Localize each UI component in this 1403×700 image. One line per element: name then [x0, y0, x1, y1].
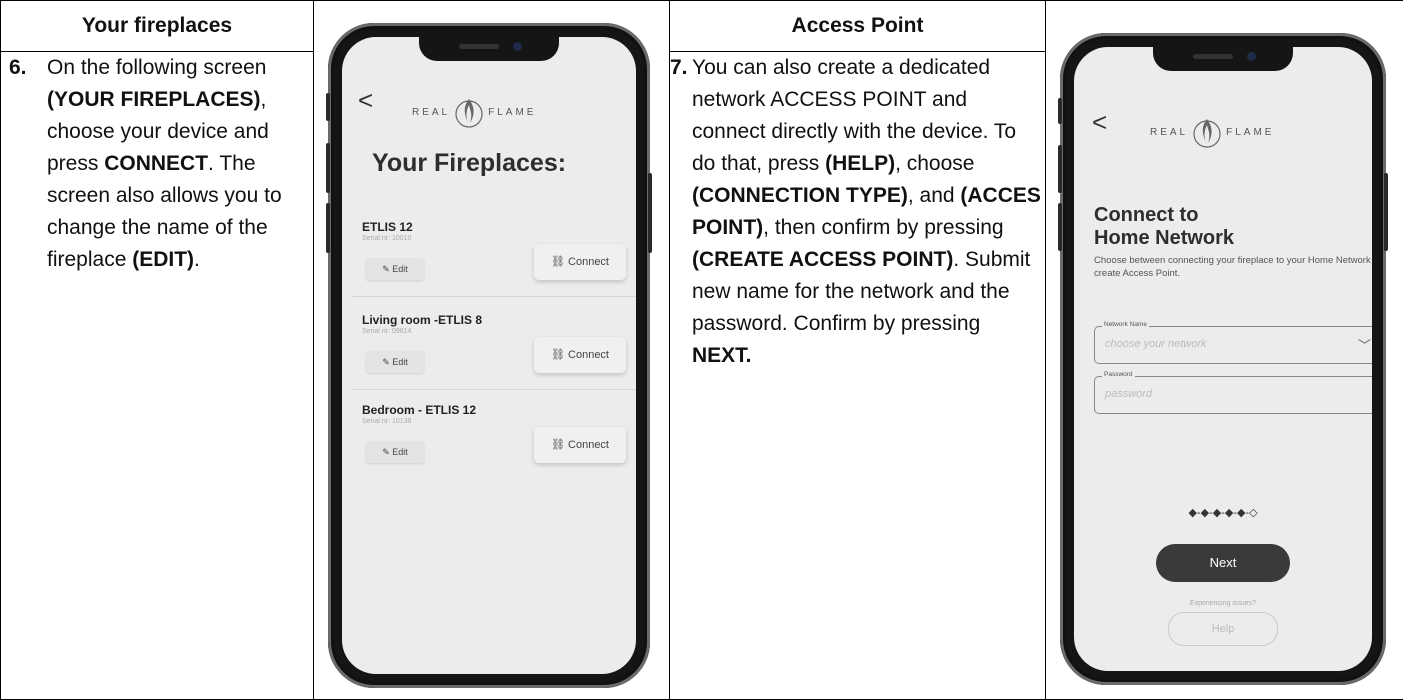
pencil-icon: ✎ [382, 264, 390, 274]
phone-screen: < REAL FLAME Connect to Home Network Cho… [1074, 47, 1372, 671]
phone-cell-1: < REAL FLAME Your Fireplaces: ETLIS 12 S… [313, 0, 670, 700]
back-icon[interactable]: < [358, 85, 373, 116]
real-flame-logo: REAL FLAME [412, 95, 536, 129]
phone-frame: < REAL FLAME Connect to Home Network Cho… [1058, 33, 1388, 685]
description: Choose between connecting your fireplace… [1094, 255, 1372, 279]
step-7-cell: 7. You can also create a dedicated netwo… [669, 51, 1046, 700]
pencil-icon: ✎ [382, 447, 390, 457]
page-title: Connect to Home Network [1094, 204, 1235, 249]
text-segment: , then confirm by pressing [763, 216, 1004, 239]
step-6-text: On the following screen (YOUR FIREPLACES… [47, 52, 313, 276]
link-icon: ⛓ [550, 256, 565, 268]
device-item: Bedroom - ETLIS 12 Serial nr: 10138 ✎ Ed… [362, 403, 630, 463]
step-number: 6. [9, 56, 27, 79]
device-serial: Serial nr: 10138 [362, 418, 412, 425]
header-your-fireplaces: Your fireplaces [0, 0, 314, 52]
connect-button[interactable]: ⛓ Connect [534, 427, 626, 463]
connect-button[interactable]: ⛓ Connect [534, 337, 626, 373]
text-segment: (HELP) [825, 152, 896, 175]
text-segment: (CREATE ACCESS POINT) [692, 248, 954, 271]
text-segment: CONNECT [104, 152, 209, 175]
back-icon[interactable]: < [1092, 107, 1107, 138]
flame-logo-icon [455, 99, 483, 128]
text-segment: (YOUR FIREPLACES) [47, 88, 261, 111]
phone-frame: < REAL FLAME Your Fireplaces: ETLIS 12 S… [326, 23, 652, 688]
text-segment: NEXT. [692, 344, 752, 367]
network-name-label: Network Name [1102, 321, 1149, 328]
link-icon: ⛓ [550, 439, 565, 451]
device-serial: Serial nr: 09614 [362, 328, 412, 335]
device-name: Bedroom - ETLIS 12 [362, 403, 477, 417]
device-name: ETLIS 12 [362, 220, 413, 234]
network-name-select[interactable]: Network Name choose your network ﹀ [1094, 321, 1372, 364]
network-name-placeholder: choose your network [1105, 338, 1207, 350]
connect-button[interactable]: ⛓ Connect [534, 244, 626, 280]
header-access-point: Access Point [669, 0, 1046, 52]
text-segment: . [194, 248, 200, 271]
help-button[interactable]: Help [1168, 612, 1278, 646]
link-icon: ⛓ [550, 349, 565, 361]
chevron-down-icon: ﹀ [1357, 338, 1371, 353]
device-item: ETLIS 12 Serial nr: 10010 ✎ Edit ⛓ Conne… [352, 220, 636, 297]
flame-logo-icon [1193, 119, 1221, 148]
edit-button[interactable]: ✎ Edit [366, 258, 424, 280]
page-title: Your Fireplaces: [372, 149, 567, 177]
issues-text: Experiencing issues? [1189, 600, 1257, 607]
password-label: Password [1102, 371, 1135, 378]
device-serial: Serial nr: 10010 [362, 235, 412, 242]
step-7-text: You can also create a dedicated network … [692, 52, 1045, 372]
edit-button[interactable]: ✎ Edit [366, 441, 424, 463]
progress-steps: ◆-◆-◆-◆-◆-◇ [1188, 507, 1258, 519]
phone-cell-2: < REAL FLAME Connect to Home Network Cho… [1045, 0, 1403, 700]
phone-screen: < REAL FLAME Your Fireplaces: ETLIS 12 S… [342, 37, 636, 674]
text-segment: On the following screen [47, 56, 267, 79]
text-segment: (CONNECTION TYPE) [692, 184, 908, 207]
real-flame-logo: REAL FLAME [1150, 115, 1274, 149]
pencil-icon: ✎ [382, 357, 390, 367]
step-number: 7. [670, 56, 688, 79]
step-6-cell: 6. On the following screen (YOUR FIREPLA… [0, 51, 314, 700]
password-field[interactable]: Password password [1094, 371, 1372, 414]
text-segment: , and [907, 184, 961, 207]
text-segment: (EDIT) [132, 248, 195, 271]
password-placeholder: password [1105, 388, 1153, 400]
instruction-table: Your fireplaces < REAL FLAME Your Firepl… [0, 0, 1403, 700]
edit-button[interactable]: ✎ Edit [366, 351, 424, 373]
next-button[interactable]: Next [1156, 544, 1290, 582]
text-segment: , choose [895, 152, 975, 175]
device-item: Living room -ETLIS 8 Serial nr: 09614 ✎ … [352, 313, 636, 390]
device-name: Living room -ETLIS 8 [362, 313, 483, 327]
